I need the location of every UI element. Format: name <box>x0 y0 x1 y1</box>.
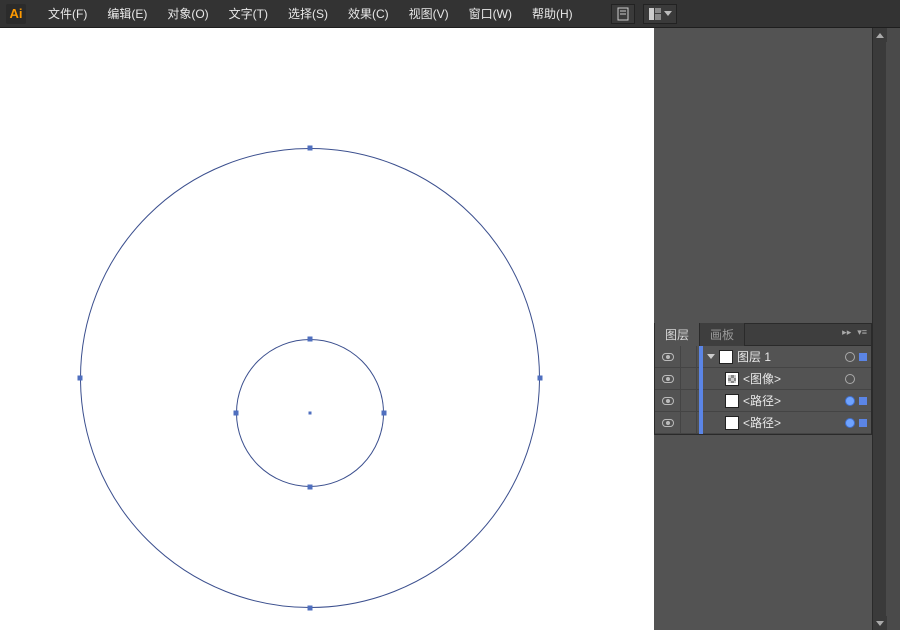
right-dock: 图层 画板 ▸▸ ▾≡ 图层 1 <box>654 28 886 630</box>
selection-indicator[interactable] <box>859 375 867 383</box>
app-logo: Ai <box>6 4 26 24</box>
layer-thumb-image <box>725 372 739 386</box>
target-ring-icon[interactable] <box>845 352 855 362</box>
scroll-up-button[interactable] <box>873 28 887 42</box>
layer-row[interactable]: <图像> <box>655 368 871 390</box>
selection-indicator[interactable] <box>859 397 867 405</box>
layers-panel: 图层 画板 ▸▸ ▾≡ 图层 1 <box>654 323 872 435</box>
menu-select[interactable]: 选择(S) <box>280 3 336 24</box>
chevron-down-icon <box>876 621 884 626</box>
layer-thumb <box>725 416 739 430</box>
menu-object[interactable]: 对象(O) <box>159 3 216 24</box>
menu-view[interactable]: 视图(V) <box>401 3 457 24</box>
chevron-up-icon <box>876 33 884 38</box>
visibility-toggle[interactable] <box>655 412 681 434</box>
anchor-point[interactable] <box>234 411 239 416</box>
layer-name[interactable]: 图层 1 <box>737 348 845 365</box>
center-point <box>309 412 312 415</box>
scroll-down-button[interactable] <box>873 616 887 630</box>
lock-toggle[interactable] <box>681 412 697 434</box>
selection-indicator[interactable] <box>859 353 867 361</box>
top-menubar: Ai 文件(F) 编辑(E) 对象(O) 文字(T) 选择(S) 效果(C) 视… <box>0 0 900 28</box>
layer-thumb <box>725 394 739 408</box>
layer-color-bar <box>699 390 703 412</box>
menu-type[interactable]: 文字(T) <box>221 3 276 24</box>
eye-icon <box>662 375 674 383</box>
chevron-down-icon <box>664 11 672 16</box>
menu-edit[interactable]: 编辑(E) <box>99 3 155 24</box>
arrange-icon[interactable] <box>643 4 677 24</box>
layer-name[interactable]: <路径> <box>743 392 845 409</box>
visibility-toggle[interactable] <box>655 390 681 412</box>
layer-color-bar <box>699 368 703 390</box>
anchor-point[interactable] <box>382 411 387 416</box>
menu-window[interactable]: 窗口(W) <box>461 3 520 24</box>
panel-tabstrip: 图层 画板 ▸▸ ▾≡ <box>655 324 871 346</box>
tab-layers[interactable]: 图层 <box>655 323 700 346</box>
layers-list: 图层 1 <图像> <box>655 346 871 434</box>
target-ring-icon[interactable] <box>845 374 855 384</box>
tab-artboards[interactable]: 画板 <box>700 323 745 346</box>
layer-color-bar <box>699 412 703 434</box>
anchor-point[interactable] <box>538 376 543 381</box>
anchor-point[interactable] <box>308 337 313 342</box>
layer-name[interactable]: <图像> <box>743 370 845 387</box>
anchor-point[interactable] <box>308 146 313 151</box>
eye-icon <box>662 353 674 361</box>
layer-thumb <box>719 350 733 364</box>
eye-icon <box>662 397 674 405</box>
lock-toggle[interactable] <box>681 346 697 368</box>
visibility-toggle[interactable] <box>655 368 681 390</box>
anchor-point[interactable] <box>78 376 83 381</box>
anchor-point[interactable] <box>308 485 313 490</box>
doc-setup-icon[interactable] <box>611 4 635 24</box>
panel-collapse-icon[interactable]: ▸▸ <box>842 327 851 338</box>
target-ring-icon[interactable] <box>845 396 855 406</box>
canvas[interactable] <box>0 28 654 630</box>
menu-help[interactable]: 帮助(H) <box>524 3 581 24</box>
lock-toggle[interactable] <box>681 368 697 390</box>
target-ring-icon[interactable] <box>845 418 855 428</box>
layer-row[interactable]: <路径> <box>655 412 871 434</box>
layer-row[interactable]: <路径> <box>655 390 871 412</box>
anchor-point[interactable] <box>308 606 313 611</box>
layer-name[interactable]: <路径> <box>743 414 845 431</box>
menu-file[interactable]: 文件(F) <box>40 3 95 24</box>
visibility-toggle[interactable] <box>655 346 681 368</box>
layer-color-bar <box>699 346 703 368</box>
lock-toggle[interactable] <box>681 390 697 412</box>
menu-effect[interactable]: 效果(C) <box>340 3 397 24</box>
selection-indicator[interactable] <box>859 419 867 427</box>
workspace: 图层 画板 ▸▸ ▾≡ 图层 1 <box>0 28 900 630</box>
panel-menu-icon[interactable]: ▾≡ <box>857 327 867 338</box>
layer-row[interactable]: 图层 1 <box>655 346 871 368</box>
vertical-scrollbar[interactable] <box>872 28 886 630</box>
eye-icon <box>662 419 674 427</box>
expand-triangle-icon[interactable] <box>707 354 715 359</box>
